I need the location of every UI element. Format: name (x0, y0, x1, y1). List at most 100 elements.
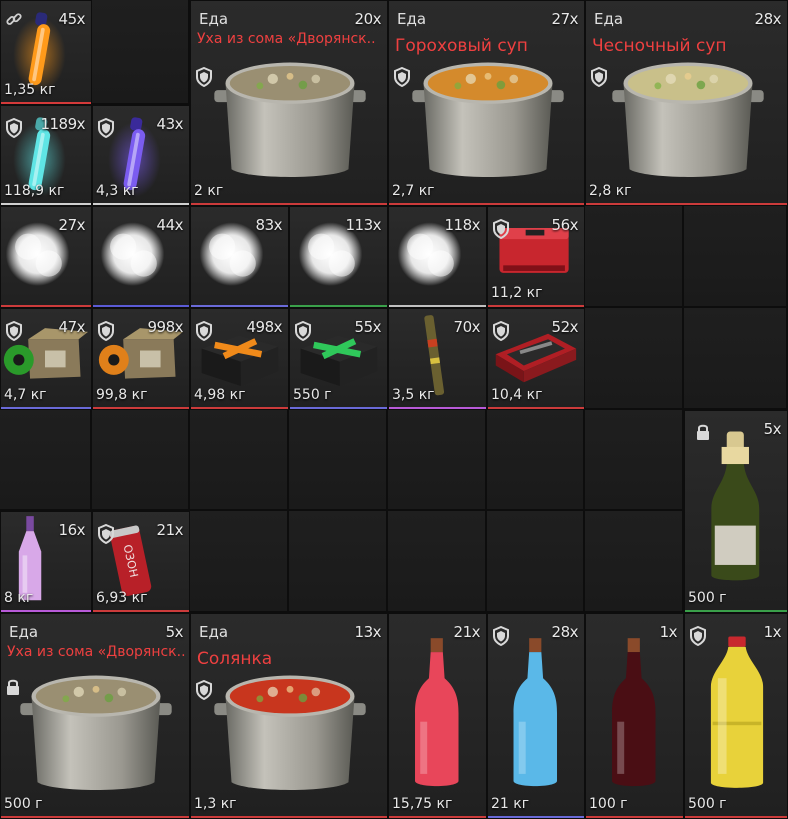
empty-slot[interactable] (585, 206, 684, 308)
stack-count: 83x (255, 216, 283, 234)
item-weight: 3,5 кг (392, 387, 435, 403)
item-weight: 8 кг (4, 590, 34, 606)
rarity-bar (685, 610, 787, 612)
inventory-item-soup-pea[interactable]: Еда Гороховый суп 27x 2,7 кг (388, 0, 585, 206)
inventory-item-bottle-pink[interactable]: 16x 8 кг (0, 511, 92, 613)
empty-slot[interactable] (92, 410, 190, 511)
item-weight: 4,3 кг (96, 183, 139, 199)
inventory-item-bottle-juice[interactable]: 1x 500 г (684, 613, 788, 819)
item-weight: 4,7 кг (4, 387, 47, 403)
inventory-item-kit-orange[interactable]: 498x 4,98 кг (190, 308, 289, 410)
empty-slot[interactable] (190, 410, 289, 511)
stack-count: 45x (58, 10, 86, 28)
inventory-item-ammo-orange[interactable]: 998x 99,8 кг (92, 308, 190, 410)
soup-image (10, 644, 182, 800)
bottle-image (393, 626, 484, 800)
rarity-bar (93, 407, 189, 409)
shield-icon (5, 117, 23, 139)
item-name: Уха из сома «Дворянск.. (197, 31, 376, 47)
stack-count: 1x (763, 623, 782, 641)
shield-icon (294, 320, 312, 342)
inventory-item-soup-ukha-1[interactable]: Еда Уха из сома «Дворянск.. 20x 2 кг (190, 0, 388, 206)
inventory-item-flare[interactable]: 70x 3,5 кг (388, 308, 487, 410)
stack-count: 47x (58, 318, 86, 336)
inventory-item-smoke-3[interactable]: 83x (190, 206, 289, 308)
inventory-item-bottle-blue[interactable]: 28x 21 кг (487, 613, 585, 819)
empty-slot[interactable] (190, 511, 289, 613)
empty-slot[interactable] (684, 206, 788, 308)
item-category: Еда (594, 10, 624, 28)
inventory-item-smoke-4[interactable]: 113x (289, 206, 388, 308)
rarity-bar (389, 816, 486, 818)
shield-icon (492, 218, 510, 240)
rarity-bar (586, 816, 683, 818)
stack-count: 5x (763, 420, 782, 438)
inventory-item-soup-ukha-2[interactable]: Еда Уха из сома «Дворянск.. 5x 500 г (0, 613, 190, 819)
rarity-bar (1, 816, 189, 818)
item-weight: 2,8 кг (589, 183, 632, 199)
stack-count: 13x (354, 623, 382, 641)
shield-icon (492, 625, 510, 647)
shield-icon (590, 66, 608, 88)
inventory-item-soup-garlic[interactable]: Еда Чесночный суп 28x 2,8 кг (585, 0, 788, 206)
rarity-bar (389, 407, 486, 409)
item-name: Солянка (197, 649, 273, 669)
rarity-bar (93, 305, 189, 307)
empty-slot[interactable] (487, 410, 585, 511)
inventory-item-ammo-green[interactable]: 47x 4,7 кг (0, 308, 92, 410)
rarity-bar (389, 305, 486, 307)
stack-count: 28x (754, 10, 782, 28)
shield-icon (97, 117, 115, 139)
stack-count: 44x (156, 216, 184, 234)
inventory-item-glow-purple[interactable]: 43x 4,3 кг (92, 105, 190, 206)
rarity-bar (1, 610, 91, 612)
item-category: Еда (199, 10, 229, 28)
inventory-item-bottle-red[interactable]: 21x 15,75 кг (388, 613, 487, 819)
empty-slot[interactable] (388, 511, 487, 613)
empty-slot[interactable] (92, 0, 190, 105)
inventory-item-smoke-1[interactable]: 27x (0, 206, 92, 308)
inventory-item-glow-orange[interactable]: 45x 1,35 кг (0, 0, 92, 105)
inventory-item-kit-green[interactable]: 55x 550 г (289, 308, 388, 410)
rarity-bar (290, 305, 387, 307)
empty-slot[interactable] (0, 410, 92, 511)
item-weight: 500 г (688, 796, 727, 812)
empty-slot[interactable] (585, 308, 684, 410)
stack-count: 28x (551, 623, 579, 641)
inventory-item-case-tools[interactable]: 52x 10,4 кг (487, 308, 585, 410)
item-weight: 6,93 кг (96, 590, 148, 606)
inventory-item-case-red[interactable]: 56x 11,2 кг (487, 206, 585, 308)
inventory-item-smoke-2[interactable]: 44x (92, 206, 190, 308)
stack-count: 21x (453, 623, 481, 641)
lock-icon (5, 678, 21, 696)
rarity-bar (488, 816, 584, 818)
item-weight: 4,98 кг (194, 387, 246, 403)
rarity-bar (389, 203, 584, 205)
rarity-bar (191, 203, 387, 205)
shield-icon (5, 320, 23, 342)
empty-slot[interactable] (289, 410, 388, 511)
item-weight: 10,4 кг (491, 387, 543, 403)
stack-count: 21x (156, 521, 184, 539)
inventory-item-champagne[interactable]: 5x 500 г (684, 410, 788, 613)
rarity-bar (191, 305, 288, 307)
inventory-item-soup-solyanka[interactable]: Еда Солянка 13x 1,3 кг (190, 613, 388, 819)
rarity-bar (93, 203, 189, 205)
empty-slot[interactable] (585, 410, 684, 511)
stack-count: 113x (345, 216, 381, 234)
empty-slot[interactable] (585, 511, 684, 613)
rarity-bar (1, 305, 91, 307)
inventory-item-smoke-5[interactable]: 118x (388, 206, 487, 308)
rarity-bar (586, 203, 787, 205)
inventory-item-bottle-dark[interactable]: 1x 100 г (585, 613, 684, 819)
empty-slot[interactable] (487, 511, 585, 613)
empty-slot[interactable] (289, 511, 388, 613)
inventory-item-glow-cyan[interactable]: 1189x 118,9 кг (0, 105, 92, 206)
empty-slot[interactable] (684, 308, 788, 410)
stack-count: 20x (354, 10, 382, 28)
shield-icon (689, 625, 707, 647)
empty-slot[interactable] (388, 410, 487, 511)
inventory-item-can-red[interactable]: ОЗОН 21x 6,93 кг (92, 511, 190, 613)
stack-count: 27x (551, 10, 579, 28)
item-weight: 500 г (688, 590, 727, 606)
